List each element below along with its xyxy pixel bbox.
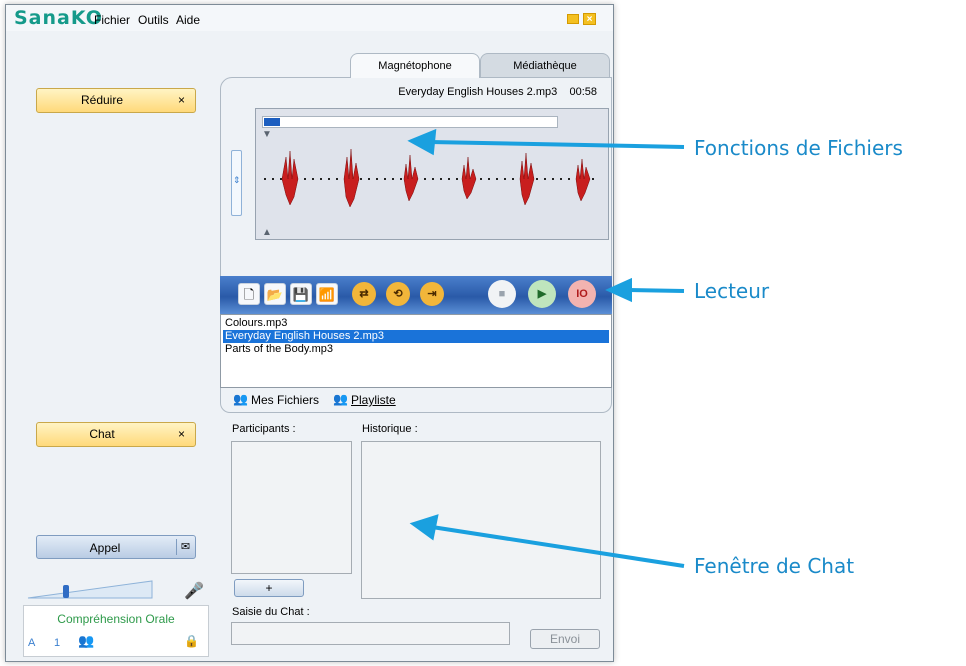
callout-player: Lecteur xyxy=(694,279,770,303)
callout-chat-window: Fenêtre de Chat xyxy=(694,554,855,578)
tab-magnetophone[interactable]: Magnétophone xyxy=(350,53,480,78)
arrow-chat-window xyxy=(431,525,685,568)
arrow-player xyxy=(627,288,685,293)
callout-file-functions: Fonctions de Fichiers xyxy=(694,136,903,160)
arrow-file-functions xyxy=(429,140,685,149)
